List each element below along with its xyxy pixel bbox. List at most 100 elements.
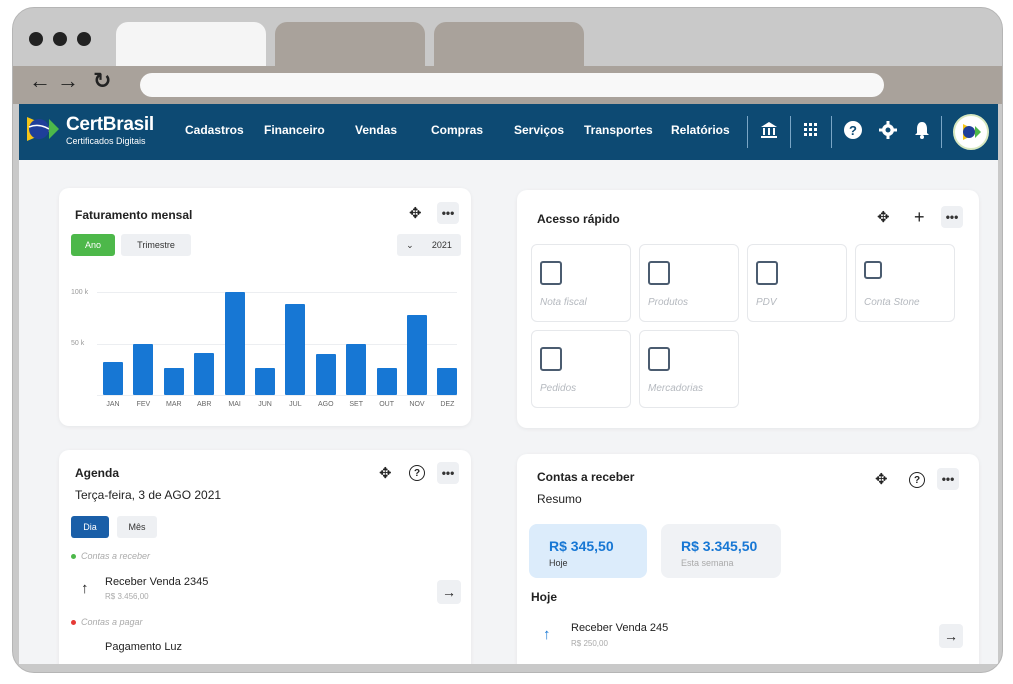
section-label: Contas a receber: [81, 551, 151, 561]
contas-receber-card: Contas a receber Resumo ✥ ? ••• R$ 345,5…: [517, 454, 979, 664]
bar-mar[interactable]: [163, 368, 184, 395]
grid-apps-icon[interactable]: [800, 119, 822, 141]
help-icon[interactable]: ?: [409, 465, 425, 481]
bar-abr[interactable]: [194, 352, 215, 395]
x-tick-label: JUL: [289, 401, 302, 408]
list-item-title: Receber Venda 2345: [105, 576, 209, 588]
bar-nov[interactable]: [407, 314, 427, 395]
address-bar[interactable]: [140, 73, 884, 97]
window-controls[interactable]: [29, 32, 91, 46]
more-options-button[interactable]: •••: [937, 468, 959, 490]
grid-line: [97, 292, 457, 293]
reload-icon[interactable]: ↻: [93, 68, 111, 94]
divider: [941, 116, 942, 148]
forward-icon[interactable]: →: [57, 68, 79, 94]
x-tick-label: ABR: [196, 401, 212, 408]
x-tick-label: AGO: [318, 401, 334, 408]
tile-pedidos[interactable]: Pedidos: [531, 330, 631, 408]
bar-out[interactable]: [376, 368, 397, 395]
more-options-button[interactable]: •••: [941, 206, 963, 228]
browser-window: ← → ↻ CertBrasil Certificados Digitais C…: [12, 7, 1003, 673]
brand-subtitle: Certificados Digitais: [66, 136, 146, 146]
chevron-down-icon: ⌄: [406, 239, 414, 250]
tab-mes[interactable]: Mês: [117, 516, 157, 538]
x-tick-label: MAI: [228, 401, 241, 408]
brand-name: CertBrasil: [66, 114, 154, 135]
section-label: Contas a pagar: [81, 617, 143, 627]
settings-icon[interactable]: [877, 119, 899, 141]
bell-icon[interactable]: [911, 119, 933, 141]
help-icon[interactable]: ?: [909, 472, 925, 488]
menu-compras[interactable]: Compras: [431, 123, 483, 137]
section-label: Hoje: [531, 590, 558, 604]
browser-tab[interactable]: [275, 22, 425, 66]
menu-relatorios[interactable]: Relatórios: [671, 123, 730, 137]
card-title: Acesso rápido: [537, 212, 620, 226]
arrow-up-icon: ↑: [543, 626, 551, 643]
move-icon[interactable]: ✥: [875, 470, 888, 488]
move-icon[interactable]: ✥: [379, 464, 392, 482]
tab-dia[interactable]: Dia: [71, 516, 109, 538]
menu-cadastros[interactable]: Cadastros: [185, 123, 244, 137]
status-dot: [71, 620, 76, 625]
avatar[interactable]: [953, 114, 989, 150]
agenda-date: Terça-feira, 3 de AGO 2021: [75, 488, 222, 502]
x-tick-label: NOV: [409, 401, 425, 408]
tile-nota-fiscal[interactable]: Nota fiscal: [531, 244, 631, 322]
bar-jul[interactable]: [285, 304, 306, 395]
tile-mercadorias[interactable]: Mercadorias: [639, 330, 739, 408]
year-select[interactable]: ⌄ 2021: [397, 234, 461, 256]
stat-hoje[interactable]: R$ 345,50 Hoje: [529, 524, 647, 578]
divider: [790, 116, 791, 148]
divider: [831, 116, 832, 148]
arrow-right-button[interactable]: →: [437, 580, 461, 604]
tile-conta-stone[interactable]: Conta Stone: [855, 244, 955, 322]
bar-jun[interactable]: [255, 368, 275, 395]
bar-dez[interactable]: [437, 368, 458, 395]
plus-icon[interactable]: +: [914, 207, 925, 228]
stat-value: R$ 3.345,50: [681, 538, 758, 554]
tile-pdv[interactable]: PDV: [747, 244, 847, 322]
menu-financeiro[interactable]: Financeiro: [264, 123, 325, 137]
pos-register-icon: [756, 261, 778, 285]
menu-servicos[interactable]: Serviços: [514, 123, 564, 137]
stat-esta-semana[interactable]: R$ 3.345,50 Esta semana: [661, 524, 781, 578]
x-tick-label: JAN: [106, 401, 120, 408]
brand-logo[interactable]: [25, 113, 61, 145]
card-title: Agenda: [75, 466, 120, 480]
menu-transportes[interactable]: Transportes: [584, 123, 653, 137]
faturamento-card: Faturamento mensal ✥ ••• Ano Trimestre ⌄…: [59, 188, 471, 426]
bar-set[interactable]: [346, 343, 367, 395]
toggle-ano[interactable]: Ano: [71, 234, 115, 256]
bar-ago[interactable]: [315, 353, 336, 395]
tile-label: Nota fiscal: [540, 297, 587, 308]
menu-vendas[interactable]: Vendas: [355, 123, 397, 137]
axis-line: [97, 395, 457, 396]
bar-fev[interactable]: [133, 343, 154, 395]
card-title: Faturamento mensal: [75, 208, 193, 222]
list-item-value: R$ 250,00: [571, 639, 608, 648]
more-options-button[interactable]: •••: [437, 462, 459, 484]
toggle-trimestre[interactable]: Trimestre: [121, 234, 191, 256]
card-subtitle: Resumo: [537, 492, 582, 506]
tile-produtos[interactable]: Produtos: [639, 244, 739, 322]
x-tick-label: DEZ: [440, 401, 455, 408]
browser-tab-active[interactable]: [116, 22, 266, 66]
bank-icon[interactable]: [758, 119, 780, 141]
more-options-button[interactable]: •••: [437, 202, 459, 224]
bar-mai[interactable]: [224, 292, 245, 395]
arrow-right-button[interactable]: →: [939, 624, 963, 648]
list-item-value: R$ 3.456,00: [105, 592, 149, 601]
invoice-icon: [540, 261, 562, 285]
back-icon[interactable]: ←: [29, 68, 51, 94]
y-tick-label: 50 k: [71, 340, 85, 347]
bar-jan[interactable]: [103, 362, 123, 395]
help-icon[interactable]: ?: [842, 119, 864, 141]
tile-label: PDV: [756, 297, 777, 308]
orders-icon: [540, 347, 562, 371]
x-tick-label: SET: [349, 401, 363, 408]
tile-label: Produtos: [648, 297, 689, 308]
move-icon[interactable]: ✥: [877, 208, 890, 226]
move-icon[interactable]: ✥: [409, 204, 422, 222]
browser-tab[interactable]: [434, 22, 584, 66]
